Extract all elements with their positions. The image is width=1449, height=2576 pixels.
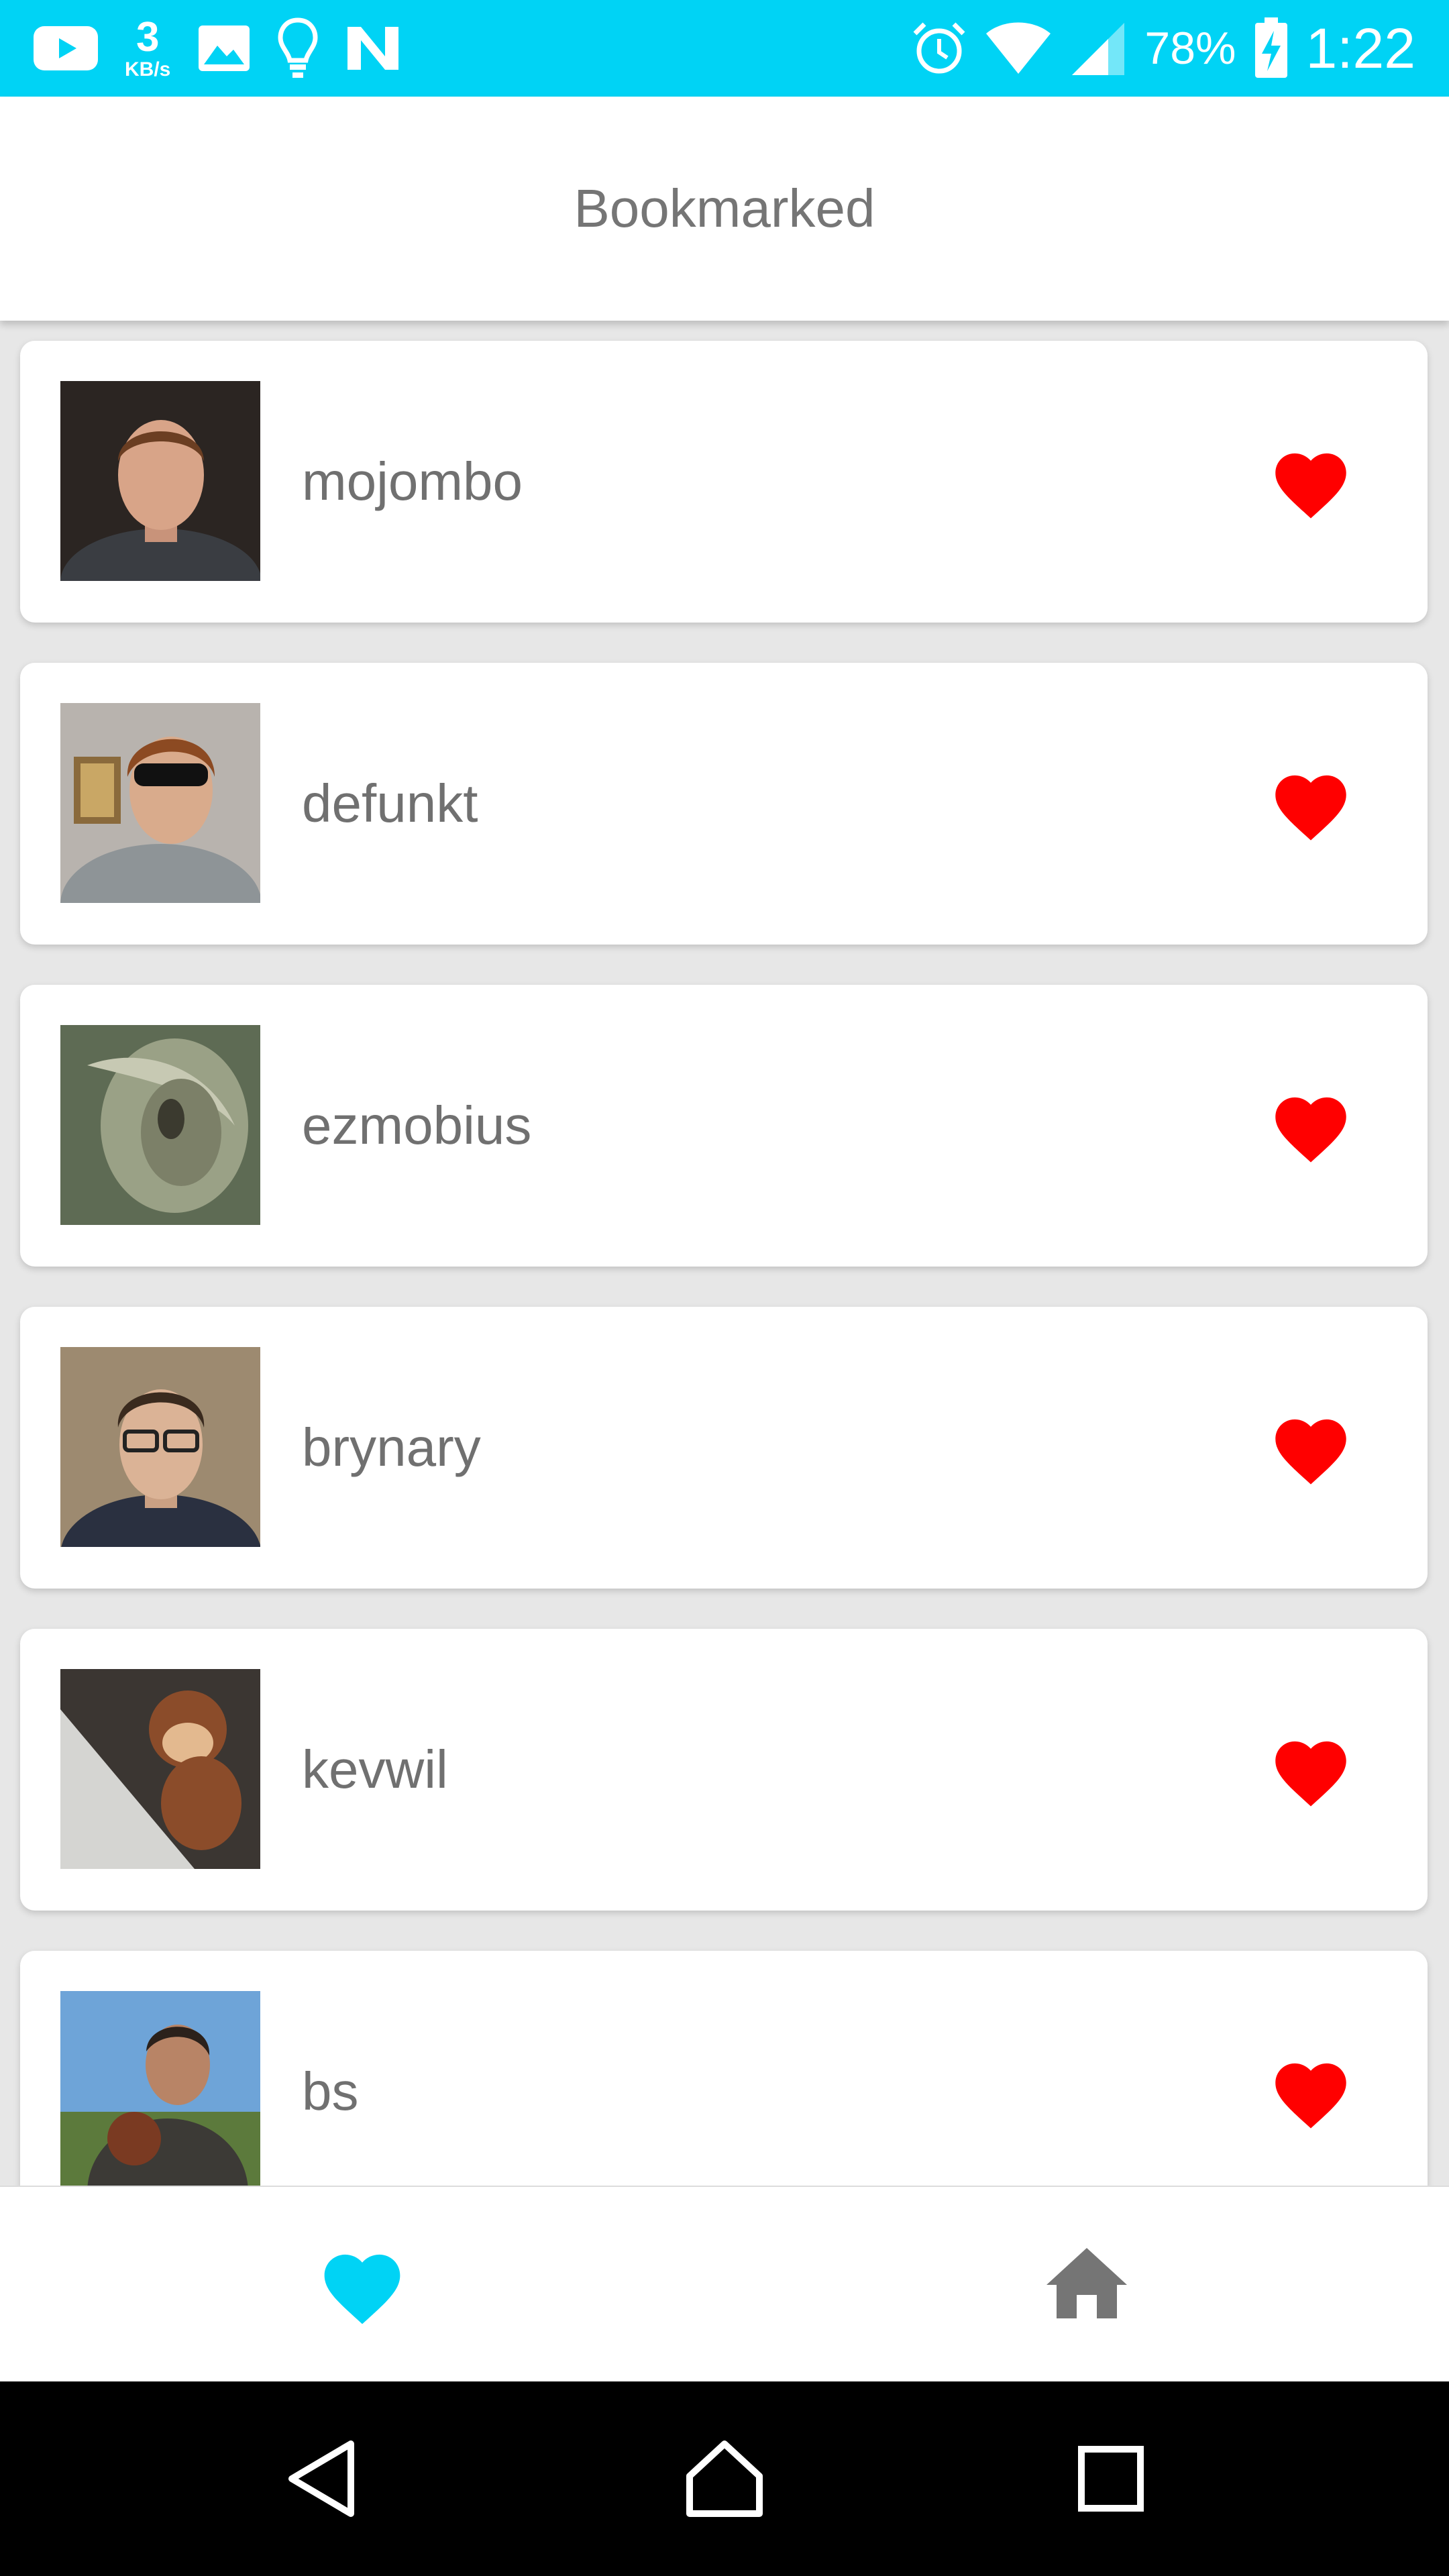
nav-home-button[interactable]	[724, 2187, 1449, 2383]
recents-button[interactable]	[1010, 2381, 1212, 2576]
heart-icon	[1275, 2063, 1346, 2129]
avatar	[60, 1025, 260, 1225]
back-icon	[288, 2440, 354, 2517]
status-bar: 3 KB/s 78% 1:22	[0, 0, 1449, 97]
list-item[interactable]: mojombo	[20, 341, 1428, 623]
avatar	[60, 1669, 260, 1869]
avatar	[60, 381, 260, 581]
image-icon	[197, 24, 251, 72]
battery-charging-icon	[1254, 17, 1289, 79]
wifi-icon	[985, 21, 1052, 75]
username: kevwil	[302, 1739, 448, 1799]
nav-bookmarks-button[interactable]	[0, 2187, 724, 2383]
bottom-navigation	[0, 2186, 1449, 2383]
app-bar: Bookmarked	[0, 97, 1449, 321]
avatar	[60, 1347, 260, 1547]
network-speed-unit: KB/s	[125, 58, 171, 80]
list-item[interactable]: kevwil	[20, 1629, 1428, 1911]
bookmarked-users-list[interactable]: mojombo defunkt ezmobius brynary kevwil …	[0, 321, 1449, 2186]
home-icon	[1046, 2248, 1127, 2318]
n-notification-icon	[345, 24, 401, 72]
bookmark-button[interactable]	[1268, 2051, 1354, 2132]
list-item[interactable]: defunkt	[20, 663, 1428, 945]
home-outline-icon	[686, 2440, 763, 2517]
heart-icon	[1275, 1097, 1346, 1163]
list-item[interactable]: brynary	[20, 1307, 1428, 1589]
list-item[interactable]: ezmobius	[20, 985, 1428, 1267]
youtube-icon	[34, 26, 98, 70]
heart-icon	[1275, 1419, 1346, 1485]
back-button[interactable]	[221, 2381, 423, 2576]
signal-icon	[1069, 20, 1127, 76]
page-title: Bookmarked	[574, 178, 875, 238]
heart-icon	[324, 2254, 400, 2324]
network-speed-value: 3	[136, 14, 160, 60]
bookmark-button[interactable]	[1268, 1407, 1354, 1488]
recents-icon	[1078, 2446, 1144, 2512]
username: mojombo	[302, 451, 523, 511]
battery-percentage: 78%	[1144, 23, 1236, 74]
network-speed: 3 KB/s	[125, 17, 170, 80]
heart-icon	[1275, 453, 1346, 519]
system-navigation-bar	[0, 2381, 1449, 2576]
username: defunkt	[302, 773, 478, 833]
bookmark-button[interactable]	[1268, 1085, 1354, 1166]
bookmark-button[interactable]	[1268, 441, 1354, 522]
avatar	[60, 1991, 260, 2186]
bookmark-button[interactable]	[1268, 763, 1354, 844]
home-system-button[interactable]	[624, 2381, 825, 2576]
username: bs	[302, 2061, 359, 2121]
username: ezmobius	[302, 1095, 532, 1155]
list-item[interactable]: bs	[20, 1951, 1428, 2186]
lightbulb-icon	[278, 17, 318, 79]
bookmark-button[interactable]	[1268, 1729, 1354, 1810]
heart-icon	[1275, 1741, 1346, 1807]
alarm-icon	[911, 20, 967, 76]
heart-icon	[1275, 775, 1346, 841]
username: brynary	[302, 1417, 481, 1477]
clock: 1:22	[1305, 16, 1416, 80]
avatar	[60, 703, 260, 903]
